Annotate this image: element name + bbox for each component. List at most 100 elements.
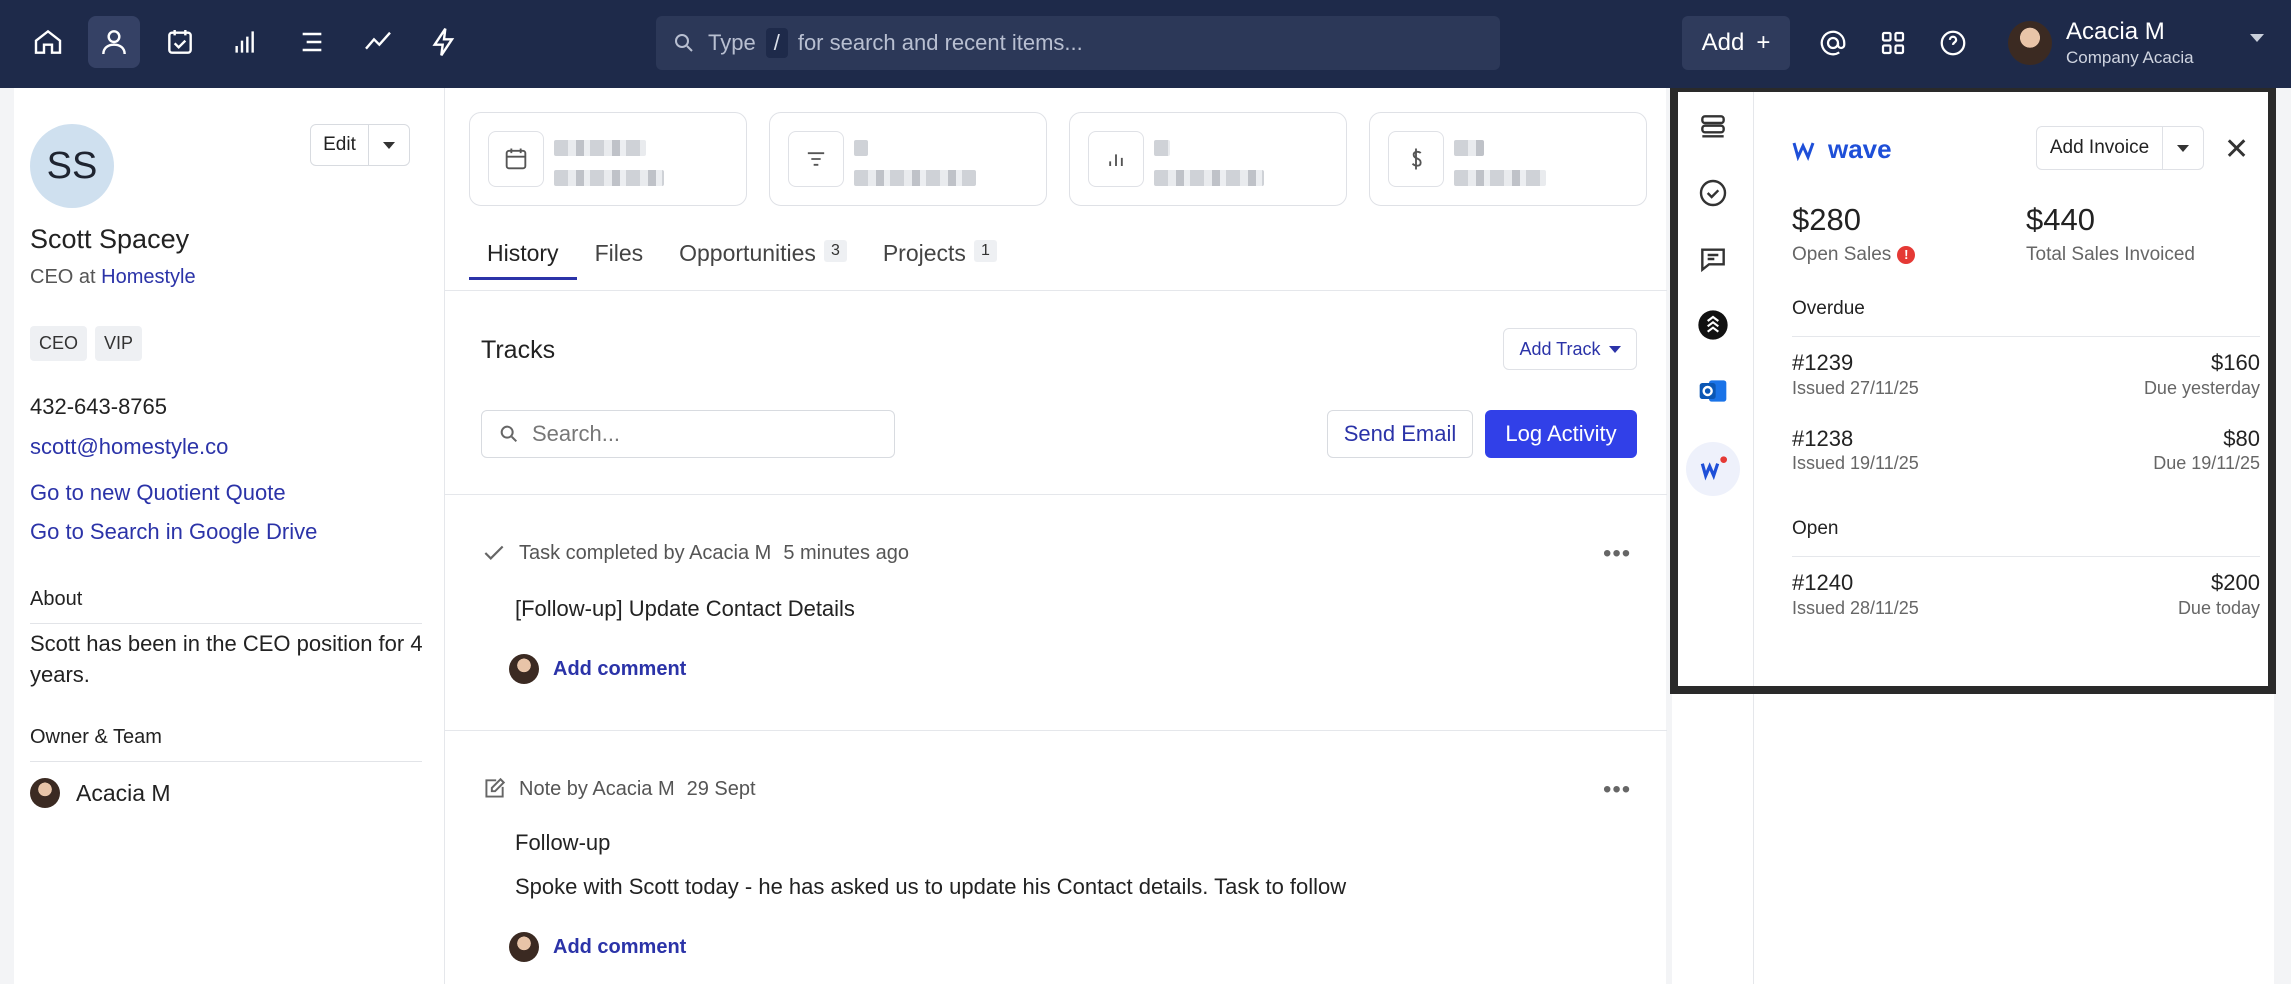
edit-button-label: Edit [311,125,369,165]
tag-ceo[interactable]: CEO [30,326,88,361]
invoice-due: Due today [2177,598,2260,618]
stat-card-value[interactable] [1369,112,1647,206]
tab-projects[interactable]: Projects 1 [865,228,1015,280]
invoice-id[interactable]: #1239 [1792,350,1853,376]
invoice-issued: Issued 19/11/25 [1792,453,1919,473]
apps-icon[interactable] [1874,24,1912,62]
chevron-down-icon[interactable] [383,141,395,149]
tab-projects-label: Projects [882,240,966,266]
help-icon[interactable] [1934,24,1972,62]
trends-icon[interactable] [352,16,404,68]
add-invoice-button[interactable]: Add Invoice [2036,126,2204,170]
commenter-avatar [509,932,539,962]
close-icon[interactable]: ✕ [2224,132,2249,167]
more-options-icon[interactable]: ••• [1603,540,1631,568]
add-comment-button[interactable]: Add comment [509,654,686,684]
add-comment-label: Add comment [553,657,687,680]
tab-files[interactable]: Files [577,228,662,280]
edit-note-icon [485,777,506,798]
mention-icon[interactable] [1814,24,1852,62]
user-menu[interactable]: Acacia M Company Acacia [2008,18,2194,68]
activity-title: [Follow-up] Update Contact Details [515,596,855,621]
add-comment-button[interactable]: Add comment [509,932,686,962]
stat-card-dates[interactable] [469,112,747,206]
owner-name: Acacia M [76,779,171,806]
activity-search-input[interactable]: Search... [481,410,895,458]
open-heading: Open [1792,518,2260,557]
tab-history[interactable]: History [469,228,577,280]
stack-icon[interactable] [1690,104,1736,150]
owner-row[interactable]: Acacia M [30,778,171,808]
tab-history-label: History [487,240,559,266]
invoice-issued: Issued 27/11/25 [1792,378,1919,398]
stat-card-reports[interactable] [1069,112,1347,206]
alert-icon: ! [1897,245,1916,264]
search-placeholder: for search and recent items... [797,30,1083,55]
invoice-id[interactable]: #1240 [1792,570,1853,596]
outlook-icon[interactable] [1690,368,1736,414]
search-icon [675,34,693,52]
tasks-icon[interactable] [154,16,206,68]
invoice-amount: $200 [2211,570,2260,595]
add-track-label: Add Track [1519,338,1601,359]
invoice-amount: $80 [2223,426,2260,451]
home-icon[interactable] [22,16,74,68]
integrations-rail [1672,88,1754,984]
open-sales-label: Open Sales [1792,244,1892,265]
search-prefix: Type [708,30,756,55]
chat-icon[interactable] [1690,236,1736,282]
lists-icon[interactable] [286,16,338,68]
calendar-icon [488,131,544,187]
integration-app-icon[interactable] [1690,302,1736,348]
contact-name: Scott Spacey [30,224,190,254]
chevron-down-icon[interactable] [2177,144,2189,152]
add-track-button[interactable]: Add Track [1503,328,1637,370]
activity-time: 29 Sept [686,777,756,800]
tracks-title: Tracks [481,336,556,364]
commenter-avatar [509,654,539,684]
more-options-icon[interactable]: ••• [1603,776,1631,804]
company-link[interactable]: Homestyle [101,266,195,288]
search-icon [500,425,518,443]
automation-icon[interactable] [418,16,470,68]
reports-icon[interactable] [220,16,272,68]
google-drive-search-link[interactable]: Go to Search in Google Drive [30,519,317,545]
send-email-button[interactable]: Send Email [1327,410,1473,458]
about-text: Scott has been in the CEO position for 4… [30,631,423,687]
owner-avatar [30,778,60,808]
activity-header: Task completed by Acacia M 5 minutes ago [481,540,909,566]
invoice-amount: $160 [2211,350,2260,375]
about-heading: About [30,588,422,624]
add-button[interactable]: Add + [1682,16,1790,70]
stat-card-stage[interactable] [769,112,1047,206]
quotient-quote-link[interactable]: Go to new Quotient Quote [30,480,286,506]
total-sales-label: Total Sales Invoiced [2026,244,2195,265]
activity-title: Follow-up [515,830,611,855]
wave-app-icon[interactable] [1686,442,1740,496]
edit-button[interactable]: Edit [310,124,410,166]
invoice-issued: Issued 28/11/25 [1792,598,1919,618]
record-tabs: History Files Opportunities 3 Projects 1 [469,228,1015,280]
contact-phone[interactable]: 432-643-8765 [30,394,167,420]
owner-team-heading: Owner & Team [30,726,422,762]
contact-avatar: SS [30,124,114,208]
log-activity-button[interactable]: Log Activity [1485,410,1637,458]
invoice-id[interactable]: #1238 [1792,426,1853,452]
wave-logo: wave [1792,134,1892,165]
contacts-icon[interactable] [88,16,140,68]
contact-email[interactable]: scott@homestyle.co [30,434,228,460]
bar-chart-icon [1088,131,1144,187]
filter-icon [788,131,844,187]
contact-tags: CEO VIP [30,326,143,361]
global-search-input[interactable]: Type / for search and recent items... [656,16,1500,70]
tab-opportunities[interactable]: Opportunities 3 [661,228,865,280]
add-button-label: Add [1701,29,1745,56]
open-sales-amount: $280 [1792,202,1861,237]
chevron-down-icon[interactable] [2250,34,2264,42]
dollar-icon [1388,131,1444,187]
check-circle-icon[interactable] [1690,170,1736,216]
add-comment-label: Add comment [553,935,687,958]
projects-count-badge: 1 [973,240,997,262]
tag-vip[interactable]: VIP [95,326,143,361]
activity-type: Note by Acacia M [519,777,675,800]
